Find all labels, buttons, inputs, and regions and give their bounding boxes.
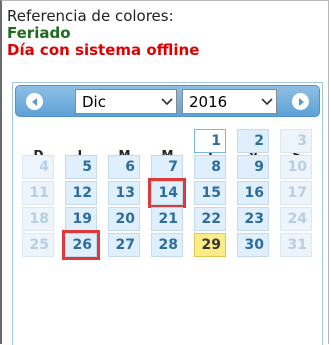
datepicker: Dic 2016 DLMMJVS123456789101112131415161…: [12, 82, 323, 345]
circle-triangle-right-icon: [298, 97, 304, 106]
day-cell[interactable]: 5: [65, 155, 97, 179]
empty-day-cell: [151, 129, 183, 153]
day-cell: 25: [22, 233, 54, 257]
legend-offline: Día con sistema offline: [7, 41, 200, 59]
empty-day-cell: [108, 129, 140, 153]
day-cell[interactable]: 2: [237, 129, 269, 153]
legend-title: Referencia de colores:: [7, 7, 174, 25]
chevron-down-icon: [258, 97, 276, 106]
empty-day-cell: [22, 129, 54, 153]
year-value: 2016: [189, 92, 228, 111]
month-select[interactable]: Dic: [75, 89, 177, 114]
next-month-button[interactable]: [292, 93, 309, 110]
day-cell-selected[interactable]: 29: [194, 233, 226, 257]
day-cell[interactable]: 13: [108, 181, 140, 205]
day-cell[interactable]: 6: [108, 155, 140, 179]
month-value: Dic: [82, 92, 106, 111]
chevron-down-icon: [158, 97, 176, 106]
empty-day-cell: [65, 129, 97, 153]
day-cell[interactable]: 19: [65, 207, 97, 231]
day-cell: 18: [22, 207, 54, 231]
day-cell: 11: [22, 181, 54, 205]
day-cell[interactable]: 20: [108, 207, 140, 231]
circle-triangle-left-icon: [31, 97, 37, 106]
day-cell[interactable]: 16: [237, 181, 269, 205]
day-cell: 10: [280, 155, 312, 179]
day-cell-offline[interactable]: 26: [65, 233, 97, 257]
year-select[interactable]: 2016: [182, 89, 277, 114]
prev-month-button[interactable]: [26, 93, 43, 110]
day-cell: 31: [280, 233, 312, 257]
day-cell-offline[interactable]: 14: [151, 181, 183, 205]
day-cell: 3: [280, 129, 312, 153]
color-legend: Referencia de colores: Feriado Día con s…: [7, 8, 199, 59]
day-cell[interactable]: 9: [237, 155, 269, 179]
day-cell[interactable]: 12: [65, 181, 97, 205]
legend-holiday: Feriado: [7, 24, 71, 42]
day-cell[interactable]: 21: [151, 207, 183, 231]
day-cell[interactable]: 27: [108, 233, 140, 257]
day-cell: 24: [280, 207, 312, 231]
datepicker-header: Dic 2016: [15, 85, 320, 117]
day-cell[interactable]: 23: [237, 207, 269, 231]
day-cell: 17: [280, 181, 312, 205]
day-cell[interactable]: 28: [151, 233, 183, 257]
day-cell[interactable]: 8: [194, 155, 226, 179]
day-cell[interactable]: 22: [194, 207, 226, 231]
day-cell[interactable]: 1: [194, 129, 226, 153]
panel-frame: Referencia de colores: Feriado Día con s…: [0, 0, 329, 345]
day-cell: 4: [22, 155, 54, 179]
day-cell[interactable]: 7: [151, 155, 183, 179]
day-cell[interactable]: 30: [237, 233, 269, 257]
day-cell[interactable]: 15: [194, 181, 226, 205]
